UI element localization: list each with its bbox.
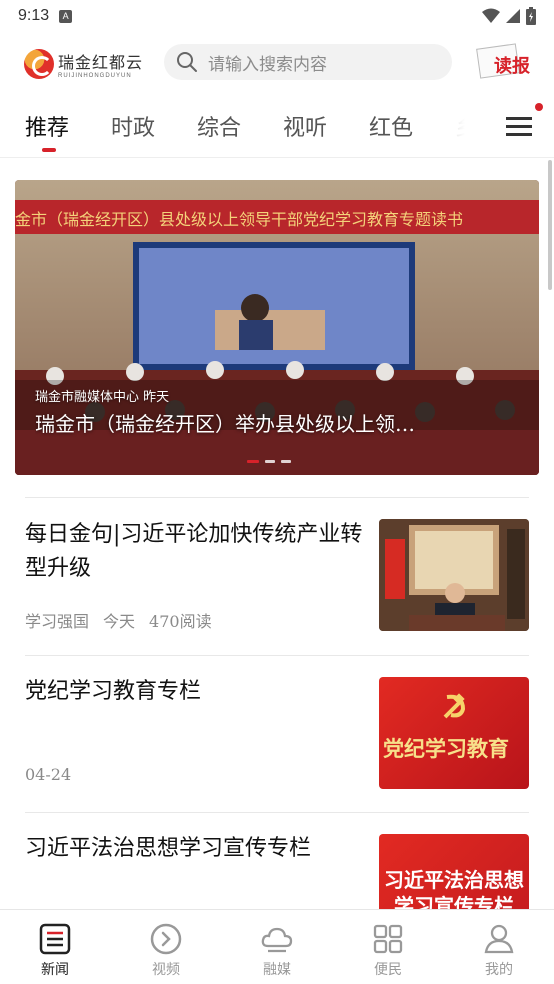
carousel-indicators <box>247 460 291 463</box>
play-icon <box>150 923 182 955</box>
nav-label: 新闻 <box>41 962 69 978</box>
news-title: 每日金句|习近平论加快传统产业转型升级 <box>25 522 363 581</box>
menu-icon <box>506 117 532 120</box>
nav-services[interactable]: 便民 <box>333 910 443 984</box>
news-reads: 470阅读 <box>149 612 212 631</box>
search-bar[interactable]: 请输入搜索内容 <box>164 44 452 80</box>
tabs-divider <box>0 157 554 158</box>
tab-audio-video[interactable]: 视听 <box>283 110 327 142</box>
carousel-dot[interactable] <box>281 460 291 463</box>
news-time: 今天 <box>103 612 136 631</box>
tab-general[interactable]: 综合 <box>197 110 241 142</box>
thumbnail-caption-line1: 习近平法治思想 <box>384 868 524 892</box>
scrollbar[interactable] <box>548 160 552 290</box>
banner-slogan: 金市（瑞金经开区）县处级以上领导干部党纪学习教育专题读书 <box>15 210 464 229</box>
news-icon <box>39 923 71 955</box>
search-icon <box>177 52 197 72</box>
app-logo[interactable]: 瑞金红都云 RUIJINHONGDUYUN <box>24 46 146 82</box>
nav-media[interactable]: 融媒 <box>222 910 332 984</box>
status-a-badge: A <box>59 9 73 23</box>
battery-icon <box>526 7 536 25</box>
wifi-icon <box>482 8 500 23</box>
read-newspaper-label: 读报 <box>494 56 530 77</box>
list-divider <box>25 655 529 656</box>
news-thumbnail: 党纪学习教育 <box>379 677 529 789</box>
news-time: 04-24 <box>25 765 72 784</box>
logo-name: 瑞金红都云 <box>58 53 144 72</box>
nav-video[interactable]: 视频 <box>111 910 221 984</box>
logo-subname: RUIJINHONGDUYUN <box>58 73 132 79</box>
bottom-nav: 新闻 视频 融媒 便民 我的 <box>0 909 554 984</box>
channel-menu-button[interactable] <box>506 114 534 138</box>
user-icon <box>484 924 514 954</box>
news-meta: 04-24 <box>25 765 71 784</box>
nav-label: 便民 <box>374 962 402 978</box>
news-meta: 学习强国 今天 470阅读 <box>25 608 212 632</box>
nav-label: 我的 <box>485 962 513 978</box>
search-placeholder: 请输入搜索内容 <box>208 54 327 75</box>
tab-fade <box>430 108 480 148</box>
news-thumbnail <box>379 519 529 631</box>
news-title: 党纪学习教育专栏 <box>25 679 202 704</box>
tab-red[interactable]: 红色 <box>369 110 413 142</box>
notification-dot <box>535 103 543 111</box>
active-tab-indicator <box>42 148 56 152</box>
list-divider <box>25 497 529 498</box>
list-divider <box>25 812 529 813</box>
logo-mark-icon <box>24 49 54 79</box>
signal-icon <box>506 9 520 23</box>
thumbnail-caption: 党纪学习教育 <box>383 737 509 761</box>
banner-carousel[interactable]: 金市（瑞金经开区）县处级以上领导干部党纪学习教育专题读书 瑞金市融媒体中心 昨天… <box>15 180 539 475</box>
news-title: 习近平法治思想学习宣传专栏 <box>25 836 312 861</box>
tab-politics[interactable]: 时政 <box>111 110 155 142</box>
carousel-dot[interactable] <box>265 460 275 463</box>
nav-label: 视频 <box>152 962 180 978</box>
banner-source: 瑞金市融媒体中心 昨天 <box>35 390 170 405</box>
status-icons <box>482 7 536 25</box>
status-bar: 9:13 A <box>0 0 554 32</box>
grid-icon <box>373 924 403 954</box>
status-time: 9:13 <box>18 7 50 24</box>
read-newspaper-button[interactable]: 读报 <box>476 42 536 82</box>
cloud-icon <box>261 927 293 953</box>
nav-profile[interactable]: 我的 <box>444 910 554 984</box>
party-emblem-icon <box>443 693 466 719</box>
nav-label: 融媒 <box>263 962 291 978</box>
nav-news[interactable]: 新闻 <box>0 910 110 984</box>
app-header: 瑞金红都云 RUIJINHONGDUYUN 请输入搜索内容 读报 <box>0 40 554 86</box>
carousel-dot[interactable] <box>247 460 259 463</box>
news-source: 学习强国 <box>25 612 90 631</box>
banner-title: 瑞金市（瑞金经开区）举办县处级以上领… <box>35 412 415 436</box>
tab-recommend[interactable]: 推荐 <box>25 110 69 142</box>
